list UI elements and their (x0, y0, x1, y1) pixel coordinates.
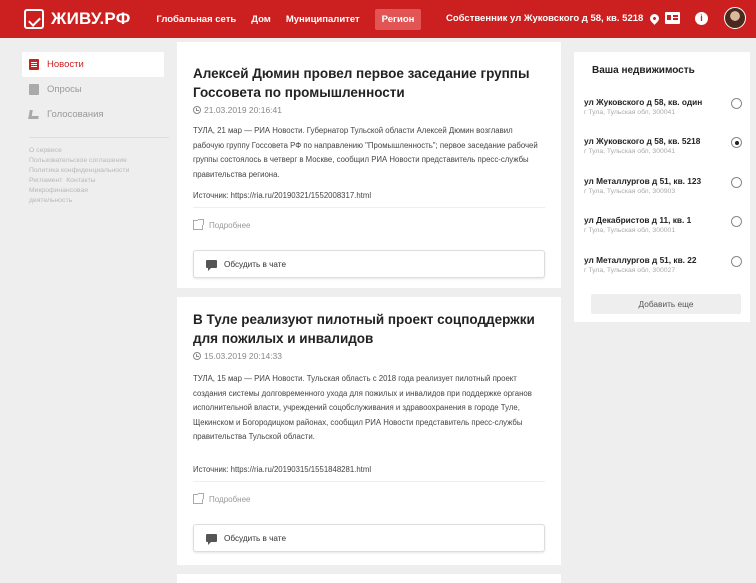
property-radio[interactable] (731, 137, 742, 148)
chat-button-label: Обсудить в чате (224, 259, 286, 269)
id-card-icon[interactable] (665, 12, 680, 24)
logo[interactable]: ЖИВУ.РФ (24, 9, 130, 29)
link-privacy-policy[interactable]: Политика конфиденциальности (22, 166, 164, 176)
property-address: г Тула, Тульская обл, 300903 (584, 188, 676, 195)
property-radio[interactable] (731, 98, 742, 109)
news-date: 21.03.2019 20:16:41 (193, 105, 282, 115)
clock-icon (193, 106, 201, 114)
owner-label: Собственник ул Жуковского д 58, кв. 5218 (446, 13, 644, 24)
property-panel: Ваша недвижимость ул Жуковского д 58, кв… (574, 52, 750, 322)
property-radio[interactable] (731, 256, 742, 267)
main-nav: Глобальная сеть Дом Муниципалитет Регион (156, 8, 436, 30)
news-icon (29, 59, 39, 70)
vote-icon (28, 110, 40, 119)
news-source[interactable]: Источник: https://ria.ru/20190315/155184… (193, 465, 371, 474)
link-microfinance[interactable]: Микрофинансовая деятельность (22, 186, 132, 206)
news-date: 15.03.2019 20:14:33 (193, 351, 282, 361)
property-item[interactable]: ул Жуковского д 58, кв. 5218 г Тула, Тул… (584, 136, 744, 157)
property-name: ул Металлургов д 51, кв. 22 (584, 255, 697, 265)
nav-region[interactable]: Регион (374, 8, 422, 30)
info-icon[interactable]: i (695, 12, 708, 25)
property-address: г Тула, Тульская обл, 300041 (584, 148, 676, 155)
property-name: ул Металлургов д 51, кв. 123 (584, 176, 702, 186)
external-link-icon (193, 493, 204, 504)
card-divider (193, 481, 545, 482)
property-name: ул Жуковского д 58, кв. 5218 (584, 136, 701, 146)
card-divider (193, 207, 545, 208)
sidebar-item-label: Голосования (47, 109, 104, 120)
top-navbar: ЖИВУ.РФ Глобальная сеть Дом Муниципалите… (0, 0, 756, 38)
news-date-text: 15.03.2019 20:14:33 (204, 351, 282, 361)
news-card: Алексей Дюмин провел первое заседание гр… (177, 42, 561, 288)
sidebar-item-news[interactable]: Новости (22, 52, 164, 77)
read-more-link[interactable]: Подробнее (193, 493, 251, 504)
sidebar: Новости Опросы Голосования О сервисе Пол… (22, 52, 169, 206)
news-title[interactable]: В Туле реализуют пилотный проект соцподд… (193, 310, 543, 348)
external-link-icon (193, 219, 204, 230)
property-item[interactable]: ул Металлургов д 51, кв. 22 г Тула, Туль… (584, 255, 744, 276)
property-radio[interactable] (731, 216, 742, 227)
read-more-label: Подробнее (209, 220, 251, 230)
nav-home[interactable]: Дом (251, 14, 271, 25)
logo-text: ЖИВУ.РФ (51, 9, 131, 28)
property-address: г Тула, Тульская обл, 300001 (584, 227, 676, 234)
link-user-agreement[interactable]: Пользовательское соглашение (22, 156, 164, 166)
property-item[interactable]: ул Жуковского д 58, кв. один г Тула, Тул… (584, 97, 744, 118)
property-panel-title: Ваша недвижимость (592, 65, 695, 76)
chat-icon (206, 534, 217, 545)
property-address: г Тула, Тульская обл, 300041 (584, 109, 676, 116)
chat-icon (206, 260, 217, 271)
news-date-text: 21.03.2019 20:16:41 (204, 105, 282, 115)
read-more-link[interactable]: Подробнее (193, 219, 251, 230)
clock-icon (193, 352, 201, 360)
link-about[interactable]: О сервисе (22, 146, 164, 156)
sidebar-item-label: Опросы (47, 84, 82, 95)
property-name: ул Жуковского д 58, кв. один (584, 97, 703, 107)
property-address: г Тула, Тульская обл, 300027 (584, 267, 676, 274)
add-property-button[interactable]: Добавить еще (591, 294, 741, 314)
nav-global-network[interactable]: Глобальная сеть (156, 14, 236, 25)
property-item[interactable]: ул Металлургов д 51, кв. 123 г Тула, Тул… (584, 176, 744, 197)
chat-button-label: Обсудить в чате (224, 533, 286, 543)
news-title[interactable]: Алексей Дюмин провел первое заседание гр… (193, 64, 543, 102)
link-row: Регламент Контакты (22, 176, 164, 186)
discuss-in-chat-button[interactable]: Обсудить в чате (193, 250, 545, 278)
sidebar-item-label: Новости (47, 59, 84, 70)
link-contacts[interactable]: Контакты (66, 177, 95, 184)
news-source[interactable]: Источник: https://ria.ru/20190321/155200… (193, 191, 371, 200)
owner-selector[interactable]: Собственник ул Жуковского д 58, кв. 5218 (446, 12, 662, 25)
property-name: ул Декабристов д 11, кв. 1 (584, 215, 692, 225)
poll-icon (29, 84, 39, 95)
sidebar-divider (29, 137, 169, 138)
news-card: В Туле реализуют пилотный проект соцподд… (177, 297, 561, 565)
nav-municipality[interactable]: Муниципалитет (286, 14, 360, 25)
property-item[interactable]: ул Декабристов д 11, кв. 1 г Тула, Тульс… (584, 215, 744, 236)
avatar[interactable] (724, 7, 746, 29)
news-card (177, 574, 561, 583)
discuss-in-chat-button[interactable]: Обсудить в чате (193, 524, 545, 552)
news-body: ТУЛА, 21 мар — РИА Новости. Губернатор Т… (193, 126, 538, 179)
sidebar-item-polls[interactable]: Опросы (22, 77, 164, 102)
logo-icon (24, 9, 44, 29)
link-regulations[interactable]: Регламент (29, 177, 62, 184)
property-radio[interactable] (731, 177, 742, 188)
sidebar-item-votes[interactable]: Голосования (22, 102, 164, 127)
news-body: ТУЛА, 15 мар — РИА Новости. Тульская обл… (193, 374, 532, 441)
location-pin-icon (648, 12, 662, 25)
read-more-label: Подробнее (209, 494, 251, 504)
